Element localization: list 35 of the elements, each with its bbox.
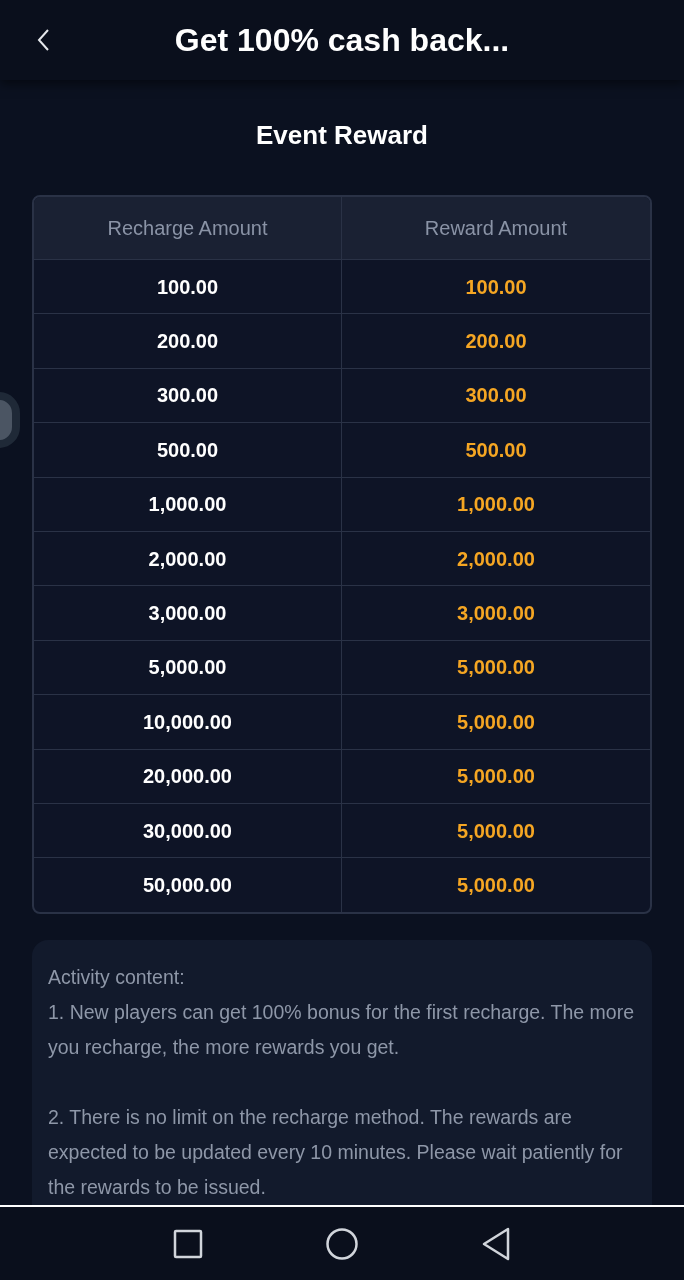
- back-icon[interactable]: [481, 1226, 511, 1261]
- recent-apps-icon[interactable]: [173, 1228, 203, 1259]
- table-cell-text: 3,000.00: [456, 601, 536, 627]
- table-cell-text: 500.00: [464, 437, 528, 463]
- table-cell-text: 5,000.00: [456, 709, 536, 735]
- table-cell: 2,000.00: [34, 531, 342, 586]
- table-cell-text: 5,000.00: [456, 873, 536, 899]
- table-cell: 50,000.00: [34, 858, 342, 912]
- chevron-left-icon: [36, 28, 50, 52]
- page-title: Get 100% cash back...: [174, 21, 510, 60]
- table-cell: 3,000.00: [34, 586, 342, 640]
- table-cell: 10,000.00: [34, 695, 342, 749]
- table-cell-text: 2,000.00: [456, 546, 536, 572]
- table-cell-text: 5,000.00: [456, 818, 536, 844]
- table-cell: 5,000.00: [34, 640, 342, 695]
- table-cell-text: 300.00: [464, 383, 528, 409]
- activity-paragraph: 1. New players can get 100% bonus for the first recharge. The more you recharge, the more rewards you get.: [48, 1000, 636, 1060]
- table-cell-text: 5,000.00: [456, 655, 536, 681]
- table-cell: 300.00: [34, 368, 342, 423]
- table-cell: 100.00: [34, 260, 342, 314]
- section-title: Event Reward: [255, 119, 429, 152]
- table-cell: 30,000.00: [34, 803, 342, 858]
- column-header: Reward Amount: [423, 216, 569, 241]
- home-icon[interactable]: [325, 1226, 359, 1261]
- table-cell-text: 1,000.00: [456, 492, 536, 518]
- table-cell: 1,000.00: [34, 477, 342, 531]
- activity-paragraph: 2. There is no limit on the recharge method. The rewards are expected to be updated every 10 minutes. Please wait patiently for the rewards to be issued.: [48, 1105, 624, 1200]
- table-cell-text: 200.00: [464, 329, 528, 355]
- table-cell-text: 100.00: [464, 274, 528, 300]
- table-cell: 500.00: [34, 423, 342, 477]
- column-header: Recharge Amount: [34, 197, 342, 259]
- table-cell: 20,000.00: [34, 749, 342, 803]
- table-cell-text: 5,000.00: [456, 764, 536, 790]
- table-cell: 200.00: [34, 314, 342, 368]
- activity-heading: Activity content:: [48, 965, 186, 990]
